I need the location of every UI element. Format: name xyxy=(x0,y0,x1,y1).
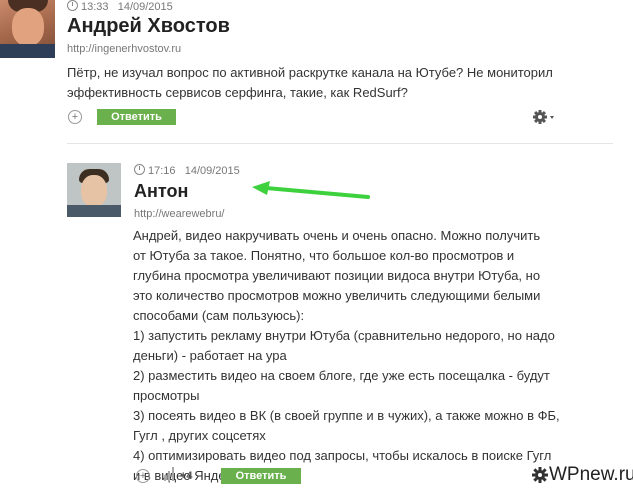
comment-text-line: и в видео Яндекса. xyxy=(133,468,249,483)
arrow-annotation xyxy=(252,181,370,199)
comment-meta: 13:33 14/09/2015 xyxy=(67,0,173,13)
divider xyxy=(67,143,613,144)
author-avatar xyxy=(0,0,55,58)
comment-text-line: Андрей, видео накручивать очень и очень … xyxy=(133,228,541,243)
comment-text-line: эффективность сервисов серфинга, такие, … xyxy=(67,85,408,100)
comment-text-line: 4) оптимизировать видео под запросы, что… xyxy=(133,448,552,463)
comment-text-line: 1) запустить рекламу внутри Ютуба (сравн… xyxy=(133,328,555,343)
comment-text-line: 2) разместить видео на своем блоге, где … xyxy=(133,368,550,383)
comment-author[interactable]: Андрей Хвостов xyxy=(67,15,230,38)
votes-count: +4 xyxy=(180,470,193,482)
comment-meta: 17:16 14/09/2015 xyxy=(134,164,240,177)
comment-time: 17:16 xyxy=(148,165,176,177)
reply-button[interactable]: Ответить xyxy=(97,109,176,125)
comment-text-line: деньги) - работает на ура xyxy=(133,348,287,363)
comment-text-line: 3) посеять видео в ВК (в своей группе и … xyxy=(133,408,560,423)
author-site-link[interactable]: http://wearewebru/ xyxy=(134,208,225,220)
clock-icon xyxy=(67,0,78,11)
comment-text-line: Гугл , других соцсетях xyxy=(133,428,266,443)
gear-menu-button[interactable] xyxy=(532,109,556,130)
comment-text-line: способами (сам пользуюсь): xyxy=(133,308,305,323)
comment-text-line: Пётр, не изучал вопрос по активной раскр… xyxy=(67,65,553,80)
gear-icon xyxy=(533,110,554,124)
comment-text-line: это количество просмотров можно увеличит… xyxy=(133,288,541,303)
reply-button[interactable]: Ответить xyxy=(221,468,301,484)
comment-text: Андрей, видео накручивать очень и очень … xyxy=(133,226,593,486)
clock-icon xyxy=(134,164,145,175)
comment-date: 14/09/2015 xyxy=(184,165,240,177)
comment-time: 13:33 xyxy=(81,1,109,13)
comment-author[interactable]: Антон xyxy=(134,181,188,202)
votes-icon xyxy=(163,467,177,486)
watermark-text: WPnew.ru xyxy=(549,464,633,485)
plus-icon[interactable]: + xyxy=(68,110,82,124)
author-avatar xyxy=(67,163,121,217)
plus-icon[interactable]: + xyxy=(136,469,150,483)
comment-date: 14/09/2015 xyxy=(117,1,173,13)
comment-text-line: от Ютуба за такое. Понятно, что большое … xyxy=(133,248,515,263)
author-site-link[interactable]: http://ingenerhvostov.ru xyxy=(67,43,181,55)
comment-text-line: глубина просмотра увеличивают позиции ви… xyxy=(133,268,541,283)
comment-text: Пётр, не изучал вопрос по активной раскр… xyxy=(67,63,607,103)
comment-text-line: просмотры xyxy=(133,388,200,403)
chevron-down-icon xyxy=(550,116,554,119)
